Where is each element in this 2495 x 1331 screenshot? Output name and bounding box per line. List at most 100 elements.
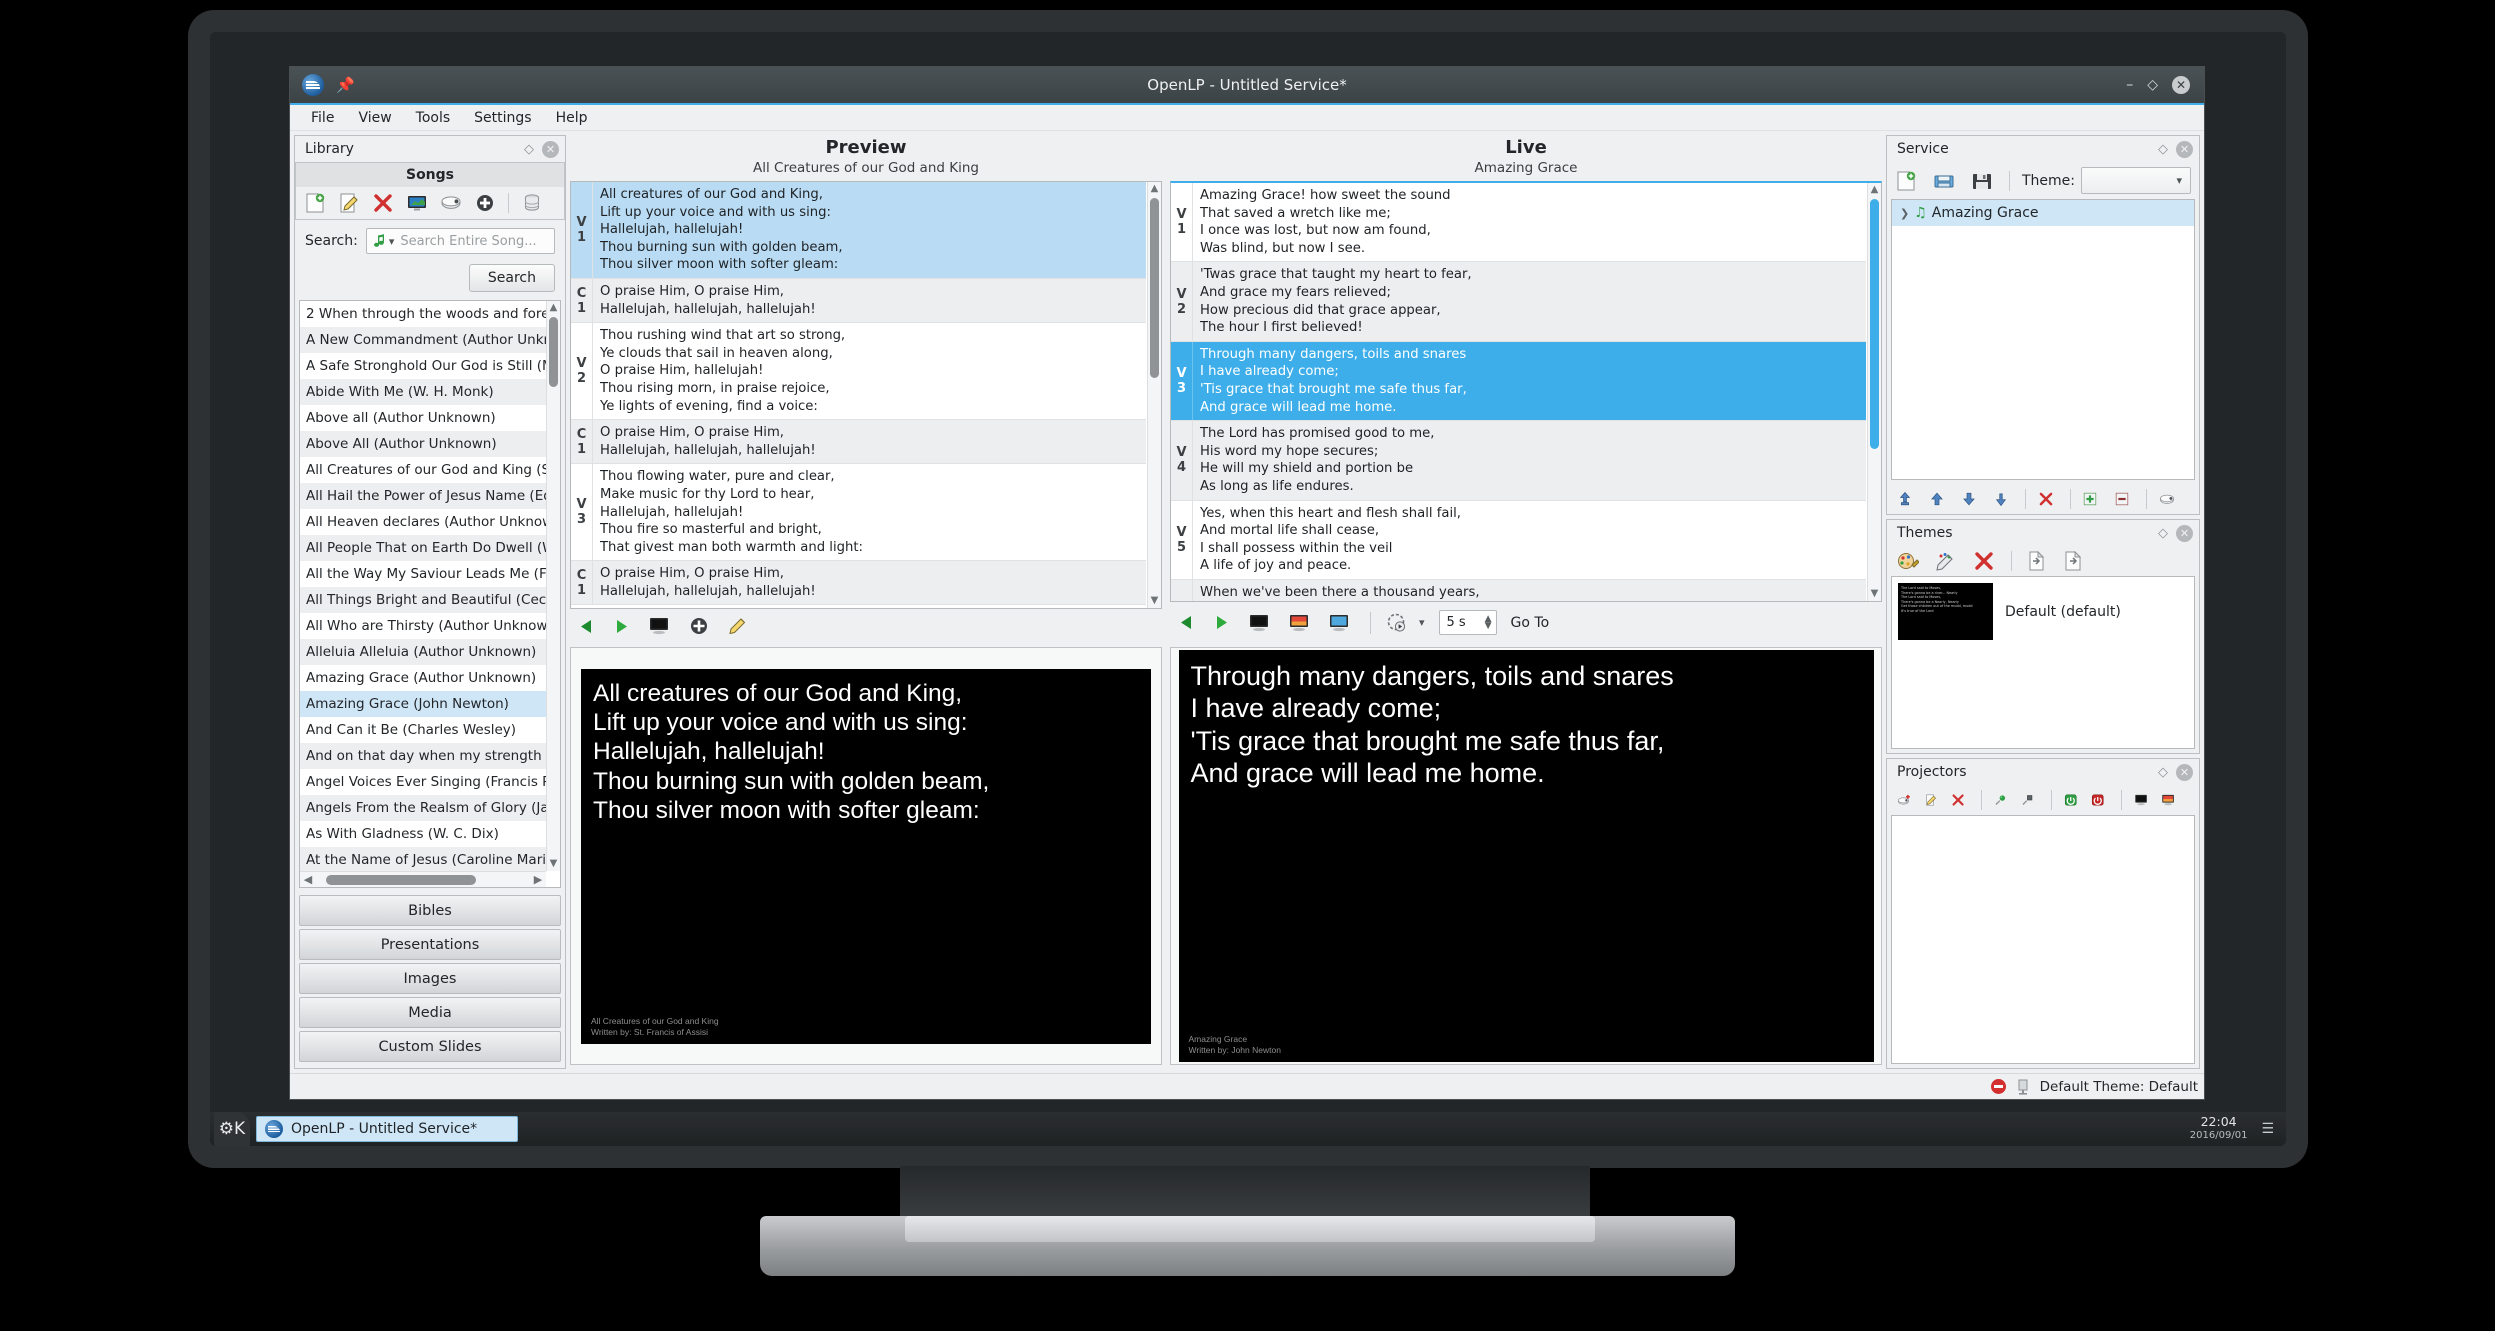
projectors-list[interactable] [1891, 815, 2195, 1064]
scroll-left-icon[interactable]: ◀ [300, 872, 316, 888]
go-live-icon[interactable] [688, 617, 710, 635]
menu-settings[interactable]: Settings [463, 107, 542, 129]
slide-item[interactable]: When we've been there a thousand years, [1171, 580, 1866, 601]
live-slide-list[interactable]: V1Amazing Grace! how sweet the soundThat… [1170, 181, 1882, 602]
chevron-down-icon[interactable]: ▾ [389, 235, 395, 248]
chevron-right-icon[interactable]: ❯ [1900, 207, 1909, 220]
edit-slide-icon[interactable] [728, 617, 750, 635]
show-projector-icon[interactable] [2161, 790, 2175, 810]
add-projector-icon[interactable] [1897, 790, 1911, 810]
search-input[interactable]: ▾ Search Entire Song... [366, 228, 555, 254]
blank-projector-icon[interactable] [2134, 790, 2148, 810]
next-slide-icon[interactable] [613, 619, 630, 634]
previous-slide-icon[interactable] [578, 619, 595, 634]
themes-list[interactable]: The Lord said to Moses,There's gonna be … [1891, 576, 2195, 749]
scroll-down-icon[interactable]: ▼ [1868, 587, 1881, 601]
vscroll-thumb[interactable] [1150, 198, 1159, 378]
song-list-item[interactable]: All Things Bright and Beautiful (Cecil F… [300, 587, 546, 613]
song-list-item[interactable]: Above All (Author Unknown) [300, 431, 546, 457]
scroll-up-icon[interactable]: ▲ [1148, 182, 1161, 196]
float-icon[interactable]: ◇ [2158, 142, 2168, 157]
display-icon[interactable] [2016, 1079, 2030, 1095]
song-list-item[interactable]: As With Gladness (W. C. Dix) [300, 821, 546, 847]
menu-file[interactable]: File [300, 107, 345, 129]
edit-projector-icon[interactable] [1924, 790, 1938, 810]
export-theme-icon[interactable] [2062, 551, 2084, 571]
search-button[interactable]: Search [469, 264, 555, 292]
delete-theme-icon[interactable] [1973, 551, 1995, 571]
move-down-icon[interactable] [1961, 489, 1977, 509]
library-tab-bibles[interactable]: Bibles [299, 895, 561, 926]
desktop-screen-icon[interactable] [1328, 614, 1350, 632]
scroll-right-icon[interactable]: ▶ [530, 872, 546, 888]
song-list[interactable]: 2 When through the woods and forest glA … [299, 300, 561, 888]
slide-item[interactable]: C1O praise Him, O praise Him,Hallelujah,… [571, 279, 1146, 323]
taskbar-clock[interactable]: 22:04 2016/09/01 [2190, 1115, 2248, 1143]
minimize-button[interactable]: – [2126, 78, 2133, 92]
slide-item[interactable]: V1All creatures of our God and King,Lift… [571, 182, 1146, 279]
new-theme-icon[interactable] [1897, 551, 1919, 571]
import-theme-icon[interactable] [2024, 551, 2046, 571]
float-icon[interactable]: ◇ [524, 142, 534, 157]
power-off-icon[interactable] [2091, 790, 2105, 810]
save-service-icon[interactable] [1971, 171, 1993, 191]
float-icon[interactable]: ◇ [2158, 765, 2168, 780]
theme-screen-icon[interactable] [1288, 614, 1310, 632]
new-song-icon[interactable] [304, 193, 326, 213]
connect-projector-icon[interactable] [1994, 790, 2008, 810]
pin-icon[interactable]: 📌 [336, 76, 355, 94]
song-list-hscrollbar[interactable]: ◀ ▶ [300, 871, 546, 887]
play-slides-loop-icon[interactable] [1387, 613, 1407, 632]
library-tab-images[interactable]: Images [299, 963, 561, 994]
taskbar-window-button[interactable]: OpenLP - Untitled Service* [256, 1116, 518, 1142]
delete-icon[interactable] [2038, 489, 2054, 509]
maximize-button[interactable]: ◇ [2147, 78, 2158, 92]
previous-slide-icon[interactable] [1178, 615, 1195, 630]
song-list-item[interactable]: All Who are Thirsty (Author Unknown) [300, 613, 546, 639]
scroll-up-icon[interactable]: ▲ [1868, 183, 1881, 197]
slide-item[interactable]: V5Yes, when this heart and flesh shall f… [1171, 501, 1866, 580]
song-list-item[interactable]: Angels From the Realsm of Glory (James [300, 795, 546, 821]
menu-view[interactable]: View [347, 107, 402, 129]
chevron-down-icon[interactable]: ▾ [1419, 616, 1425, 629]
move-to-top-icon[interactable] [1897, 489, 1913, 509]
song-list-item[interactable]: At the Name of Jesus (Caroline Maria Noe [300, 847, 546, 871]
edit-song-icon[interactable] [338, 193, 360, 213]
song-list-item[interactable]: Amazing Grace (John Newton) [300, 691, 546, 717]
song-list-item[interactable]: Angel Voices Ever Singing (Francis Pott) [300, 769, 546, 795]
song-list-vscrollbar[interactable]: ▲ ▼ [546, 301, 560, 871]
library-tab-presentations[interactable]: Presentations [299, 929, 561, 960]
slide-item[interactable]: C1O praise Him, O praise Him,Hallelujah,… [571, 420, 1146, 464]
preview-display-screen[interactable]: All creatures of our God and King,Lift u… [581, 669, 1151, 1044]
song-list-item[interactable]: Amazing Grace (Author Unknown) [300, 665, 546, 691]
service-items-list[interactable]: ❯ ♫ Amazing Grace [1891, 199, 2195, 480]
move-up-icon[interactable] [1929, 489, 1945, 509]
blank-screen-icon[interactable] [648, 617, 670, 635]
close-button[interactable]: ✕ [2172, 76, 2190, 94]
song-list-item[interactable]: A Safe Stronghold Our God is Still (Mart… [300, 353, 546, 379]
slide-item[interactable]: V2'Twas grace that taught my heart to fe… [1171, 262, 1866, 341]
song-list-item[interactable]: Above all (Author Unknown) [300, 405, 546, 431]
live-display-screen[interactable]: Through many dangers, toils and snaresI … [1179, 650, 1874, 1062]
delete-song-icon[interactable] [372, 193, 394, 213]
preview-slide-list[interactable]: V1All creatures of our God and King,Lift… [570, 181, 1162, 609]
close-icon[interactable]: ✕ [2176, 525, 2193, 542]
song-list-item[interactable]: All People That on Earth Do Dwell (Willi… [300, 535, 546, 561]
menu-tools[interactable]: Tools [405, 107, 462, 129]
close-icon[interactable]: ✕ [542, 141, 559, 158]
theme-select[interactable]: ▾ [2081, 167, 2191, 194]
live-vscrollbar[interactable]: ▲ ▼ [1867, 183, 1881, 601]
send-live-icon[interactable] [2159, 489, 2175, 509]
song-list-item[interactable]: All Creatures of our God and King (St. F… [300, 457, 546, 483]
slide-item[interactable]: C1O praise Him, O praise Him,Hallelujah,… [571, 561, 1146, 605]
song-list-item[interactable]: All Heaven declares (Author Unknown) [300, 509, 546, 535]
expand-all-icon[interactable] [2082, 489, 2098, 509]
slide-delay-spinner[interactable]: 5 s ▲▼ [1439, 610, 1497, 635]
collapse-all-icon[interactable] [2114, 489, 2130, 509]
preview-song-icon[interactable] [406, 193, 428, 213]
tray-menu-icon[interactable]: ☰ [2261, 1121, 2274, 1137]
scroll-down-icon[interactable]: ▼ [1148, 594, 1161, 608]
service-item[interactable]: ❯ ♫ Amazing Grace [1892, 200, 2194, 226]
delete-projector-icon[interactable] [1951, 790, 1965, 810]
theme-item[interactable]: The Lord said to Moses,There's gonna be … [1892, 577, 2194, 646]
